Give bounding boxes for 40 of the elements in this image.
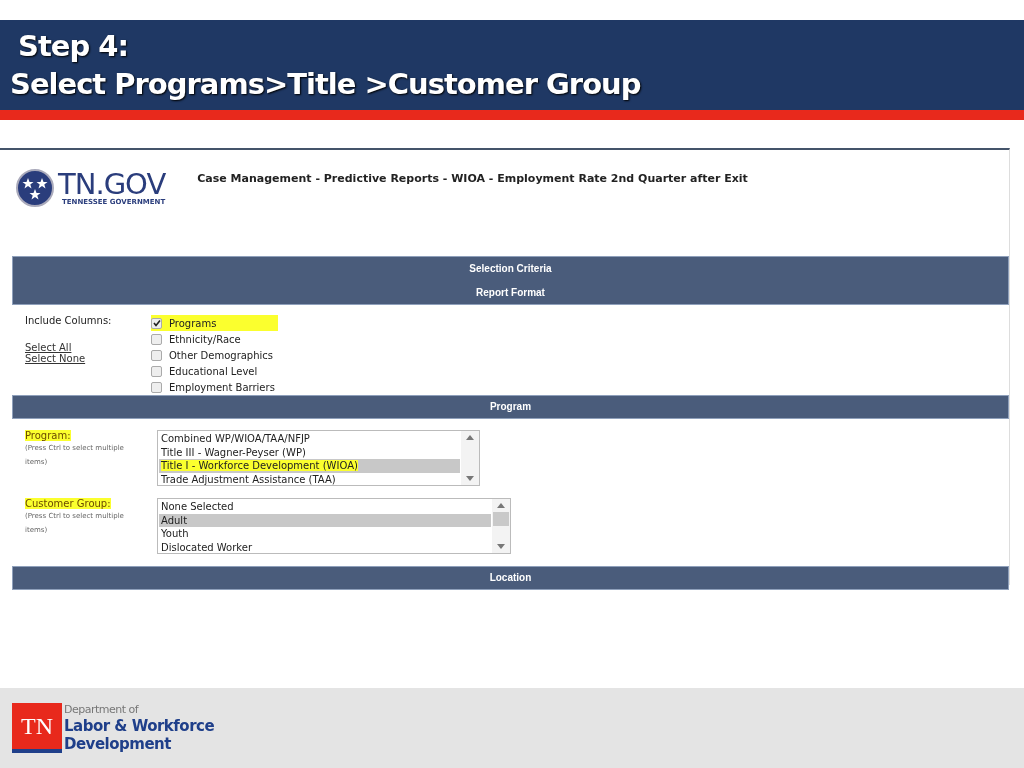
list-option[interactable]: Combined WP/WIOA/TAA/NFJP xyxy=(159,432,460,446)
list-option[interactable]: Youth xyxy=(159,527,491,541)
list-option[interactable]: Title III - Wagner-Peyser (WP) xyxy=(159,445,460,459)
check-icon xyxy=(152,319,161,327)
section-header: Program xyxy=(12,395,1009,419)
checkbox-row[interactable]: Employment Barriers xyxy=(151,379,278,395)
list-option[interactable]: Title I - Workforce Development (WIOA) xyxy=(159,459,460,473)
slide-title: Select Programs>Title >Customer Group xyxy=(10,66,642,103)
checkbox[interactable] xyxy=(151,381,162,393)
list-option[interactable]: Adult xyxy=(159,513,491,527)
down-arrow-icon[interactable] xyxy=(466,476,474,481)
checkbox-row[interactable]: Other Demographics xyxy=(151,347,278,363)
highlighted-checkbox-row[interactable]: Programs xyxy=(151,315,278,331)
field-label: Include Columns: xyxy=(25,315,113,326)
list-option[interactable]: None Selected xyxy=(159,500,491,514)
select-link[interactable]: Select All xyxy=(25,342,72,353)
section-header: Location xyxy=(12,566,1009,590)
checkbox-row[interactable]: Educational Level xyxy=(151,363,278,379)
page-title: Case Management - Predictive Reports - WIOA - Employment Rate 2nd Quarter after Exit xyxy=(197,171,748,187)
checkbox-row[interactable]: Ethnicity/Race xyxy=(151,331,278,347)
scroll-thumb[interactable] xyxy=(493,512,509,526)
list-option[interactable]: Trade Adjustment Assistance (TAA) xyxy=(159,472,460,486)
list-option[interactable]: Dislocated Worker xyxy=(159,540,491,554)
down-arrow-icon[interactable] xyxy=(497,544,505,549)
slide-title: Step 4: xyxy=(17,28,130,65)
checkbox[interactable] xyxy=(151,365,162,377)
list-box[interactable]: Combined WP/WIOA/TAA/NFJP Title III - Wagner-Peyser (WP) Title I - Workforce Development (WIOA) Trade Adjustment Assistance (TAA) xyxy=(157,430,480,486)
select-link[interactable]: Select None xyxy=(25,353,86,364)
section-header: Selection Criteria Report Format xyxy=(12,256,1009,305)
department-logo: TN Department of Labor & Workforce Development xyxy=(12,703,215,753)
up-arrow-icon[interactable] xyxy=(466,435,474,440)
checkbox[interactable] xyxy=(151,333,162,345)
checkbox[interactable] xyxy=(151,349,162,361)
list-box[interactable]: None Selected Adult Youth Dislocated Worker xyxy=(157,498,511,554)
field-label: Program: xyxy=(25,430,71,441)
scrollbar[interactable] xyxy=(461,431,479,485)
scrollbar[interactable] xyxy=(492,499,510,553)
checkbox[interactable] xyxy=(151,317,162,329)
up-arrow-icon[interactable] xyxy=(497,503,505,508)
field-label: Customer Group: xyxy=(25,498,111,509)
